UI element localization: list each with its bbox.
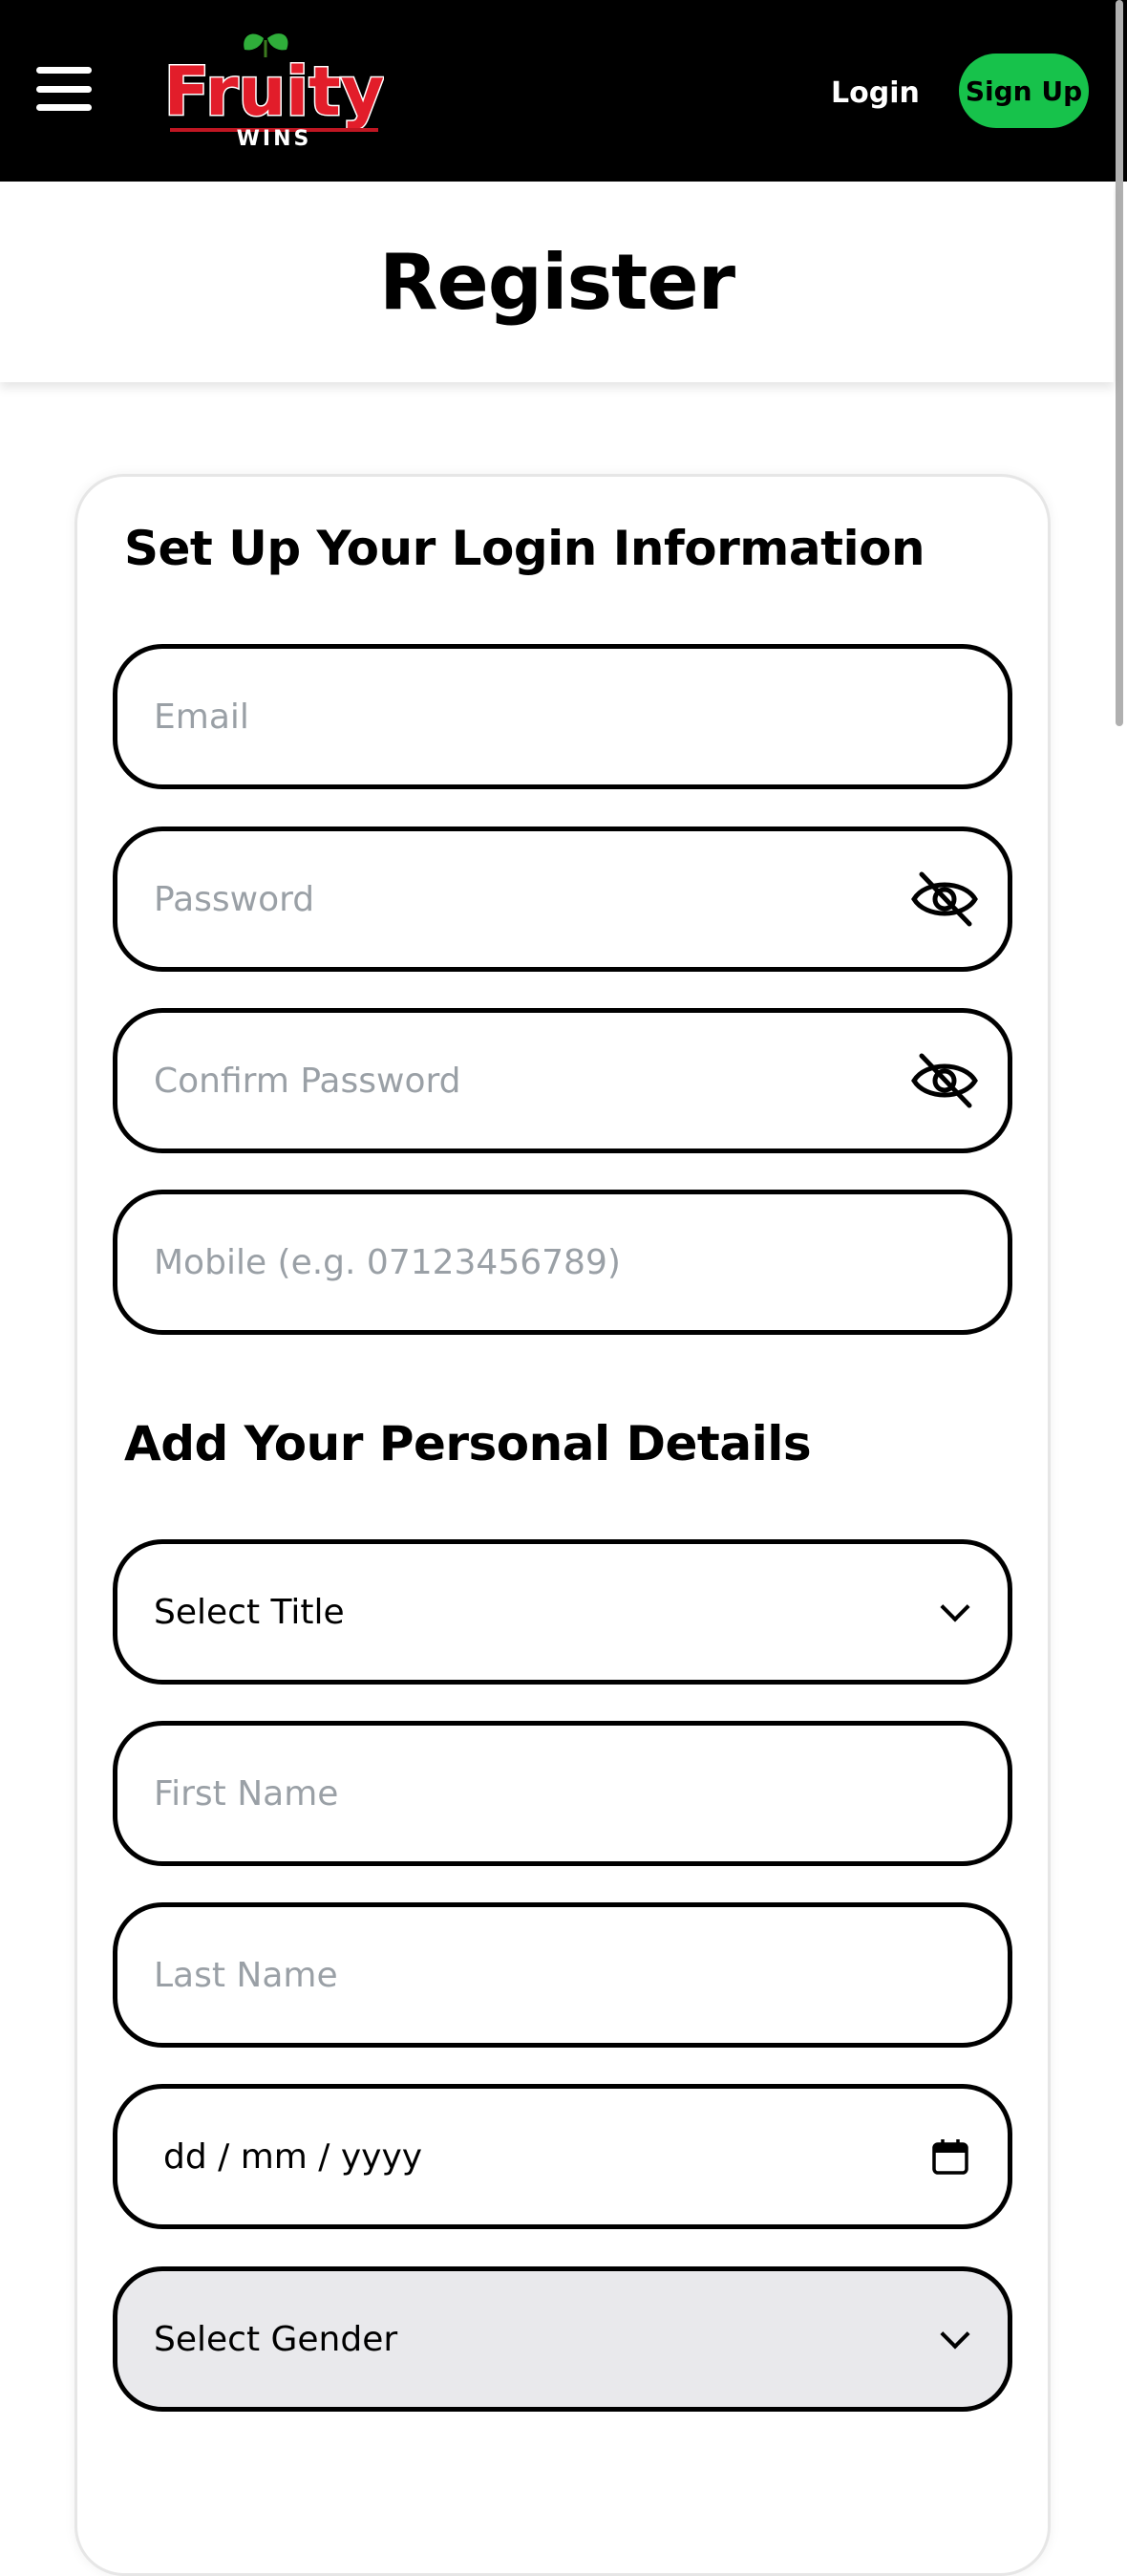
date-of-birth-field[interactable]: dd / mm / yyyy	[113, 2084, 1012, 2229]
confirm-password-input[interactable]	[154, 1013, 910, 1148]
first-name-field[interactable]	[113, 1721, 1012, 1866]
password-input[interactable]	[154, 831, 910, 967]
login-link[interactable]: Login	[831, 76, 920, 110]
sign-up-button[interactable]: Sign Up	[959, 54, 1089, 128]
mobile-field[interactable]	[113, 1190, 1012, 1335]
email-field[interactable]	[113, 644, 1012, 789]
register-form-card	[74, 474, 1051, 2576]
hamburger-menu-icon[interactable]	[36, 67, 94, 111]
mobile-input[interactable]	[154, 1194, 979, 1330]
fruity-wins-logo[interactable]: Fruity WINS	[164, 29, 384, 153]
personal-details-heading: Add Your Personal Details	[124, 1416, 812, 1471]
chevron-down-icon	[940, 1592, 970, 1622]
top-navigation-bar: Fruity WINS Login Sign Up	[0, 0, 1127, 182]
first-name-input[interactable]	[154, 1726, 979, 1861]
last-name-input[interactable]	[154, 1907, 979, 2043]
login-info-heading: Set Up Your Login Information	[124, 521, 925, 576]
logo-text: Fruity	[164, 53, 384, 131]
email-input[interactable]	[154, 649, 979, 784]
title-select[interactable]: Select Title	[113, 1539, 1012, 1685]
eye-off-icon[interactable]	[910, 1052, 979, 1109]
last-name-field[interactable]	[113, 1902, 1012, 2048]
page-title: Register	[378, 237, 735, 327]
gender-select-value: Select Gender	[154, 2319, 398, 2359]
title-select-value: Select Title	[154, 1592, 345, 1632]
eye-off-icon[interactable]	[910, 870, 979, 928]
password-field[interactable]	[113, 826, 1012, 972]
scrollbar-thumb[interactable]	[1116, 0, 1123, 726]
logo-subtext: WINS	[237, 127, 312, 151]
confirm-password-field[interactable]	[113, 1008, 1012, 1153]
gender-select[interactable]: Select Gender	[113, 2266, 1012, 2412]
calendar-icon[interactable]	[931, 2137, 969, 2176]
chevron-down-icon	[940, 2319, 970, 2350]
page-title-band: Register	[0, 182, 1114, 382]
date-of-birth-value: dd / mm / yyyy	[163, 2136, 423, 2177]
